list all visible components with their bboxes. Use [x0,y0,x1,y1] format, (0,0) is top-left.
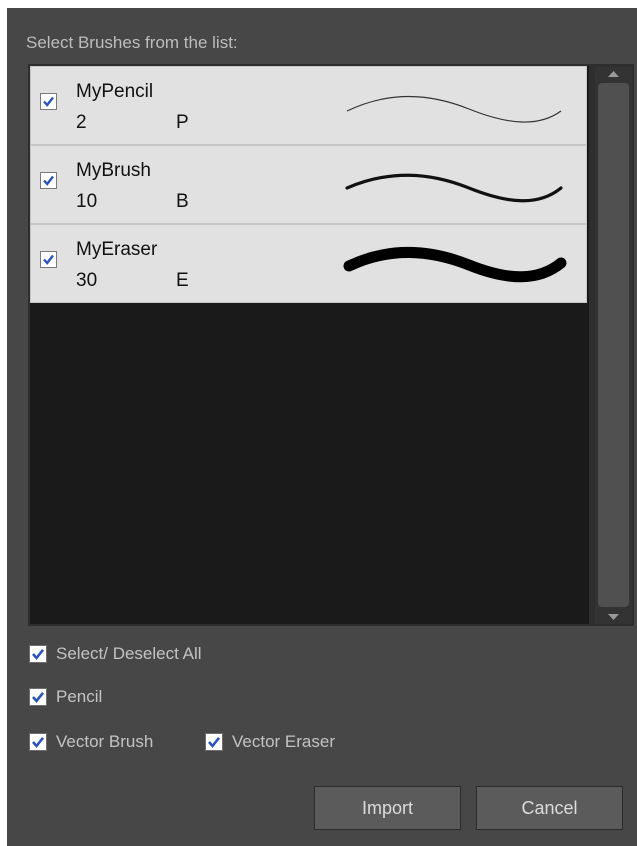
brush-shortcut: B [176,191,189,212]
brush-checkbox[interactable] [40,172,57,189]
brush-shortcut: P [176,112,189,133]
checkmark-icon [32,736,45,749]
scroll-thumb[interactable] [598,83,629,607]
brush-name: MyBrush [76,160,151,181]
scroll-down-arrow-icon[interactable] [595,610,632,624]
pencil-checkbox[interactable] [29,688,47,706]
checkmark-icon [32,691,45,704]
dialog-label: Select Brushes from the list: [26,33,238,52]
vector-brush-checkbox[interactable] [29,733,47,751]
select-brushes-dialog: Select Brushes from the list: MyPencil 2… [7,8,637,846]
select-deselect-all-checkbox[interactable] [29,645,47,663]
list-scrollbar[interactable] [595,67,632,624]
cancel-button[interactable]: Cancel [476,786,623,830]
import-button[interactable]: Import [314,786,461,830]
thick-stroke-preview-icon [343,246,567,283]
vector-brush-label: Vector Brush [56,732,154,751]
pencil-label: Pencil [56,687,103,706]
scroll-up-arrow-icon[interactable] [595,67,632,81]
brush-list[interactable]: MyPencil 2 P MyBrush 10 B MyEraser 30 E [30,66,589,624]
vector-eraser-checkbox[interactable] [205,733,223,751]
brush-name: MyPencil [76,81,154,102]
brush-size: 30 [76,270,98,291]
checkmark-icon [208,736,221,749]
checkmark-icon [32,648,45,661]
brush-size: 2 [76,112,87,133]
brush-row-myeraser[interactable]: MyEraser 30 E [30,224,587,303]
select-deselect-all-label: Select/ Deselect All [56,644,202,663]
brush-row-mybrush[interactable]: MyBrush 10 B [30,145,587,224]
checkmark-icon [43,175,54,186]
thin-stroke-preview-icon [346,95,562,123]
checkmark-icon [43,96,54,107]
brush-checkbox[interactable] [40,251,57,268]
brush-shortcut: E [176,270,189,291]
brush-size: 10 [76,191,98,212]
brush-row-mypencil[interactable]: MyPencil 2 P [30,66,587,145]
medium-stroke-preview-icon [345,173,563,203]
brush-name: MyEraser [76,239,158,260]
vector-eraser-label: Vector Eraser [232,732,335,751]
brush-checkbox[interactable] [40,93,57,110]
checkmark-icon [43,254,54,265]
